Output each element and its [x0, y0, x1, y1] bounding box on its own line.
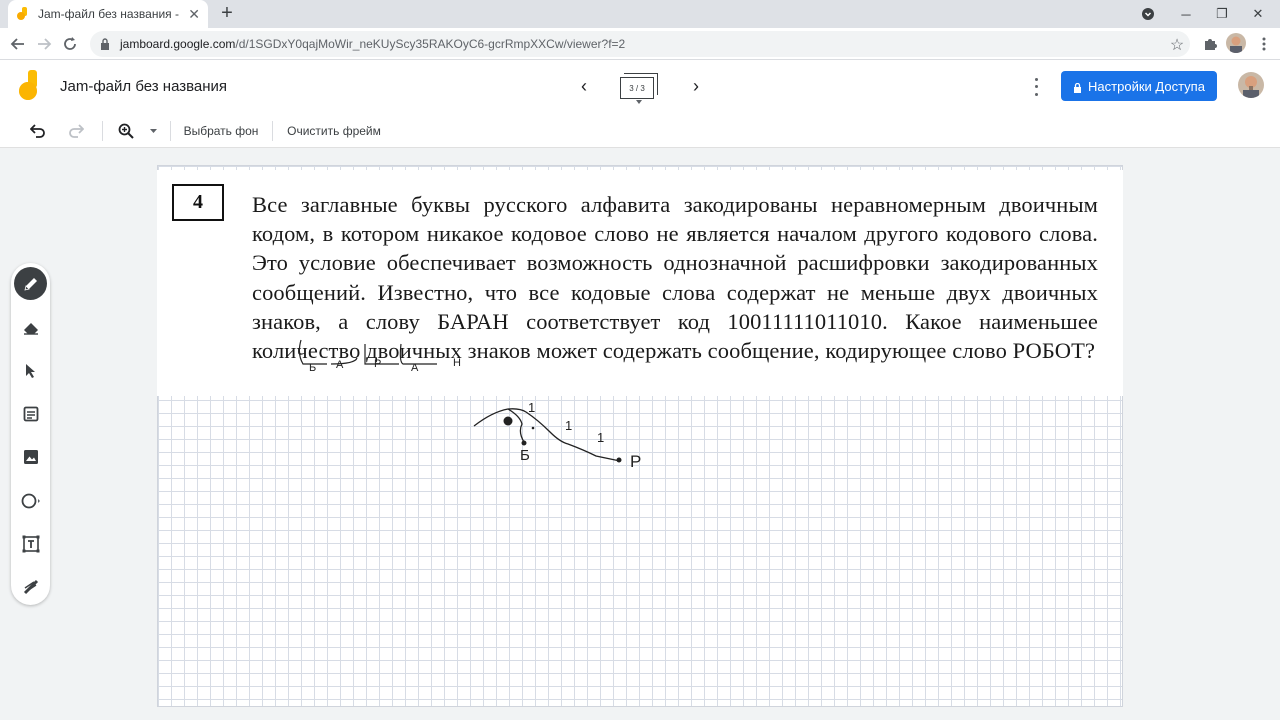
reload-icon[interactable]	[58, 32, 82, 56]
bookmark-star-icon[interactable]: ☆	[1164, 35, 1190, 55]
drawing-label: 1	[597, 430, 605, 445]
browser-tab-bar: Jam-файл без названия - Google ✕ + ─ ❐ ✕	[0, 0, 1280, 28]
next-frame-chevron-right-icon[interactable]: ›	[684, 74, 708, 98]
drawing-label: 1	[528, 400, 536, 415]
jamboard-favicon-icon	[16, 7, 30, 21]
restore-button[interactable]: ❐	[1204, 0, 1240, 28]
minimize-button[interactable]: ─	[1168, 0, 1204, 28]
forward-icon[interactable]	[32, 32, 56, 56]
drawing-label: Р	[630, 452, 642, 471]
jamboard-logo-icon[interactable]	[18, 70, 42, 102]
select-pointer-icon[interactable]	[14, 354, 47, 387]
url-input[interactable]: jamboard.google.com/d/1SGDxY0qajMoWir_ne…	[90, 31, 1190, 57]
account-avatar[interactable]	[1238, 72, 1264, 98]
address-bar: jamboard.google.com/d/1SGDxY0qajMoWir_ne…	[0, 28, 1280, 60]
drawing-tools-panel	[11, 263, 50, 605]
annotation-letter: А	[336, 359, 344, 371]
drawing-label: 1	[565, 418, 573, 433]
sticky-note-icon[interactable]	[14, 397, 47, 430]
tab-title: Jam-файл без названия - Google	[38, 7, 182, 21]
annotation-letter: Р	[374, 358, 382, 370]
undo-icon[interactable]	[26, 119, 50, 143]
annotation-letter: А	[411, 362, 419, 374]
redo-icon[interactable]	[64, 119, 88, 143]
text-box-icon[interactable]	[14, 527, 47, 560]
frame-bar-toggle[interactable]: 3 / 3	[620, 73, 658, 99]
set-background-button[interactable]: Выбрать фон	[176, 119, 266, 143]
tab-close-icon[interactable]: ✕	[188, 6, 200, 23]
drawing-label: Б	[520, 447, 530, 464]
image-icon[interactable]	[14, 440, 47, 473]
more-options-icon[interactable]	[1028, 76, 1044, 98]
zoom-dropdown-caret-icon[interactable]	[146, 119, 160, 143]
pen-tool-icon[interactable]	[14, 267, 47, 300]
back-icon[interactable]	[6, 32, 30, 56]
url-path: /d/1SGDxY0qajMoWir_neKUyScy35RAKOyC6-gcr…	[235, 37, 626, 51]
annotation-letter: Н	[453, 357, 461, 369]
zoom-icon[interactable]	[114, 119, 138, 143]
previous-frame-chevron-left-icon[interactable]: ‹	[572, 74, 596, 98]
lock-icon	[1073, 81, 1082, 93]
frame-bar-caret-icon	[636, 100, 642, 104]
share-button-label: Настройки Доступа	[1088, 78, 1205, 94]
eraser-tool-icon[interactable]	[14, 311, 47, 344]
share-button[interactable]: Настройки Доступа	[1061, 71, 1217, 101]
extensions-puzzle-icon[interactable]	[1198, 32, 1222, 56]
laser-pointer-icon[interactable]	[14, 570, 47, 603]
lock-icon	[100, 38, 110, 50]
browser-tab[interactable]: Jam-файл без названия - Google ✕	[8, 0, 208, 28]
code-annotation-brackets	[298, 339, 437, 365]
close-window-button[interactable]: ✕	[1240, 0, 1276, 28]
frame-counter: 3 / 3	[620, 77, 654, 99]
new-tab-button[interactable]: +	[216, 3, 238, 25]
url-host: jamboard.google.com	[120, 37, 236, 51]
tab-search-icon[interactable]	[1130, 0, 1166, 28]
shape-circle-icon[interactable]	[14, 484, 47, 517]
jam-toolbar: Выбрать фон Очистить фрейм	[0, 114, 1280, 148]
profile-avatar[interactable]	[1226, 33, 1246, 53]
browser-menu-icon[interactable]	[1252, 32, 1276, 56]
annotation-letter: Б	[309, 362, 317, 374]
clear-frame-button[interactable]: Очистить фрейм	[278, 119, 390, 143]
problem-number: 4	[172, 184, 224, 221]
document-title[interactable]: Jam-файл без названия	[60, 78, 227, 95]
